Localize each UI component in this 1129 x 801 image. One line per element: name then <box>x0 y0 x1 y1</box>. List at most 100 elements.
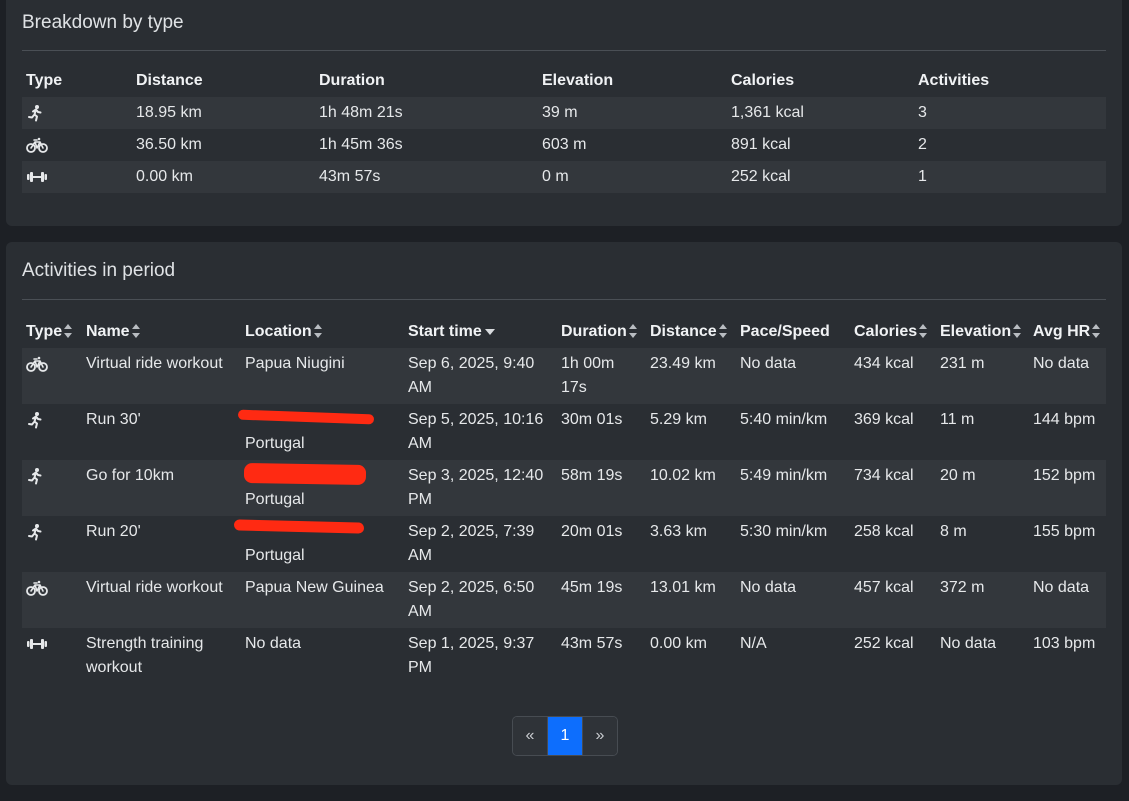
start-time-cell: Sep 5, 2025, 10:16 AM <box>408 411 544 452</box>
pagination-next-button[interactable]: » <box>582 717 617 755</box>
activities-cell: 1 <box>914 161 1106 193</box>
elevation-cell: 39 m <box>538 97 727 129</box>
pagination-page-1[interactable]: 1 <box>547 717 582 755</box>
type-cell <box>22 460 82 516</box>
breakdown-title: Breakdown by type <box>22 12 184 33</box>
sort-header-location[interactable]: Location <box>241 316 404 348</box>
calories-cell: 252 kcal <box>854 635 914 652</box>
pace-cell: N/A <box>740 635 767 652</box>
distance-cell: 3.63 km <box>650 523 707 540</box>
redaction-mark <box>243 462 367 486</box>
sort-header-start-time[interactable]: Start time <box>404 316 557 348</box>
pace-cell: No data <box>736 348 850 404</box>
distance-cell: 10.02 km <box>646 460 736 516</box>
calories-cell: 258 kcal <box>854 523 914 540</box>
breakdown-row: 18.95 km 1h 48m 21s 39 m 1,361 kcal 3 <box>22 97 1106 129</box>
sort-header-elevation[interactable]: Elevation <box>936 316 1029 348</box>
distance-cell: 13.01 km <box>646 572 736 628</box>
elevation-cell: 8 m <box>940 523 967 540</box>
dumbbell-icon <box>26 635 48 653</box>
pace-cell: 5:40 min/km <box>740 411 828 428</box>
elevation-cell: 11 m <box>940 411 975 428</box>
sort-header-calories[interactable]: Calories <box>850 316 936 348</box>
duration-cell: 20m 01s <box>561 523 623 540</box>
activity-row[interactable]: Run 20' Portugal Sep 2, 2025, 7:39 AM 20m 0… <box>22 516 1106 572</box>
col-header-elevation: Elevation <box>542 72 614 89</box>
type-cell <box>22 348 82 404</box>
pagination-prev-button[interactable]: « <box>513 717 547 755</box>
col-header-calories: Calories <box>731 72 795 89</box>
sort-icon <box>628 323 638 338</box>
calories-cell: 252 kcal <box>727 161 914 193</box>
location-cell: Papua Niugini <box>241 348 404 404</box>
duration-cell: 45m 19s <box>557 572 646 628</box>
pagination: « 1 » <box>512 716 618 756</box>
breakdown-card: Breakdown by type Type Distance Duration… <box>6 0 1122 226</box>
activities-table: Type Name Location Start time Duration D… <box>22 316 1106 684</box>
distance-cell: 0.00 km <box>132 161 315 193</box>
name-cell: Virtual ride workout <box>82 348 241 404</box>
elevation-cell: 372 m <box>936 572 1029 628</box>
activities-header-row: Type Name Location Start time Duration D… <box>22 316 1106 348</box>
name-cell: Run 20' <box>86 523 141 540</box>
activities-cell: 2 <box>918 136 927 153</box>
avg-hr-cell: No data <box>1029 348 1106 404</box>
type-cell <box>22 129 132 161</box>
sort-desc-icon <box>484 328 495 335</box>
bicycle-icon <box>26 579 48 597</box>
sort-icon <box>718 323 728 338</box>
running-icon <box>26 467 44 485</box>
sort-icon <box>131 323 141 338</box>
activity-row[interactable]: Go for 10km Portugal Sep 3, 2025, 12:40 PM… <box>22 460 1106 516</box>
sort-header-distance[interactable]: Distance <box>646 316 736 348</box>
breakdown-row: 0.00 km 43m 57s 0 m 252 kcal 1 <box>22 161 1106 193</box>
sort-header-duration[interactable]: Duration <box>557 316 646 348</box>
name-cell: Run 30' <box>86 411 141 428</box>
breakdown-table: Type Distance Duration Elevation Calorie… <box>22 65 1106 193</box>
type-cell <box>22 516 82 572</box>
duration-cell: 1h 00m 17s <box>557 348 646 404</box>
activities-card: Activities in period Type Name Location … <box>6 242 1122 785</box>
breakdown-header-row: Type Distance Duration Elevation Calorie… <box>22 65 1106 97</box>
start-time-cell: Sep 2, 2025, 6:50 AM <box>404 572 557 628</box>
sort-icon <box>64 323 73 338</box>
duration-cell: 30m 01s <box>561 411 623 428</box>
elevation-cell: 20 m <box>936 460 1029 516</box>
activity-row[interactable]: Run 30' Portugal Sep 5, 2025, 10:16 AM 30m … <box>22 404 1106 460</box>
duration-cell: 43m 57s <box>561 635 623 652</box>
activities-title: Activities in period <box>22 260 176 281</box>
type-cell <box>22 97 132 129</box>
col-header-activities: Activities <box>918 72 990 89</box>
calories-cell: 891 kcal <box>731 136 791 153</box>
calories-cell: 1,361 kcal <box>727 97 914 129</box>
divider <box>22 50 1106 51</box>
sort-header-avg-hr[interactable]: Avg HR <box>1029 316 1106 348</box>
sort-header-name[interactable]: Name <box>82 316 241 348</box>
activity-row[interactable]: Strength training workout No data Sep 1, 2… <box>22 628 1106 684</box>
duration-cell: 1h 45m 36s <box>319 136 403 153</box>
name-cell: Virtual ride workout <box>82 572 241 628</box>
type-cell <box>22 628 82 684</box>
bicycle-icon <box>26 355 48 373</box>
name-cell: Strength training workout <box>86 635 204 676</box>
type-cell <box>22 572 82 628</box>
distance-cell: 5.29 km <box>650 411 707 428</box>
pace-cell: 5:30 min/km <box>740 523 828 540</box>
calories-cell: 734 kcal <box>850 460 936 516</box>
type-cell <box>22 404 82 460</box>
avg-hr-cell: 103 bpm <box>1033 635 1096 652</box>
calories-cell: 457 kcal <box>850 572 936 628</box>
duration-cell: 1h 48m 21s <box>315 97 538 129</box>
running-icon <box>26 104 44 122</box>
pace-cell: No data <box>736 572 850 628</box>
pace-cell: 5:49 min/km <box>736 460 850 516</box>
divider <box>22 299 1106 300</box>
start-time-cell: Sep 3, 2025, 12:40 PM <box>404 460 557 516</box>
avg-hr-cell: No data <box>1029 572 1106 628</box>
activity-row[interactable]: Virtual ride workout Papua Niugini Sep 6, … <box>22 348 1106 404</box>
distance-cell: 0.00 km <box>650 635 707 652</box>
start-time-cell: Sep 1, 2025, 9:37 PM <box>408 635 535 676</box>
activity-row[interactable]: Virtual ride workout Papua New Guinea Sep … <box>22 572 1106 628</box>
sort-header-type[interactable]: Type <box>22 316 82 348</box>
header-pace-speed: Pace/Speed <box>740 323 830 340</box>
